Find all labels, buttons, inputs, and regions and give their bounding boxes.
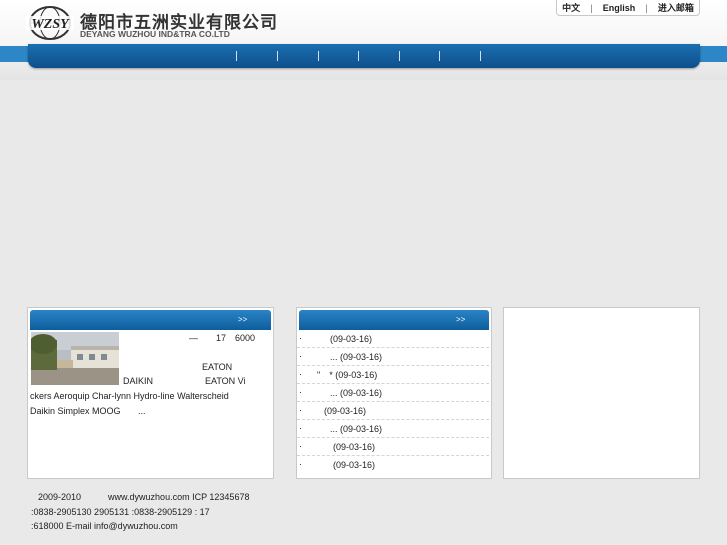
chinese-link[interactable]: 中文 (562, 1, 580, 14)
mailbox-link[interactable]: 进入邮箱 (658, 1, 694, 14)
news-item-text: " * (09-03-16) (317, 370, 378, 380)
news-item[interactable]: · ... (09-03-16) (297, 420, 489, 438)
intro-text-line: ckers Aeroquip Char-lynn Hydro-line Walt… (30, 391, 229, 401)
news-panel: >> · (09-03-16) · ... (09-03-16) · " * (… (296, 307, 492, 479)
intro-more-ellipsis[interactable]: ... (138, 405, 146, 417)
news-item-text: (09-03-16) (324, 406, 367, 416)
site-footer: 2009-2010 www.dywuzhou.com ICP 12345678 … (31, 490, 249, 534)
news-item-text: (09-03-16) (333, 460, 376, 470)
site-header: WZSY 德阳市五洲实业有限公司 DEYANG WUZHOU IND&TRA C… (0, 0, 727, 80)
english-link[interactable]: English (603, 3, 636, 13)
company-logo[interactable]: WZSY 德阳市五洲实业有限公司 DEYANG WUZHOU IND&TRA C… (26, 4, 277, 44)
news-item[interactable]: · (09-03-16) (297, 456, 489, 474)
news-item-text: (09-03-16) (330, 334, 373, 344)
main-nav[interactable] (28, 44, 700, 68)
company-photo (31, 332, 119, 385)
top-links-separator: | (645, 2, 648, 13)
right-panel (503, 307, 700, 479)
logo-mark-text: WZSY (31, 17, 70, 32)
nav-divider (318, 51, 319, 61)
intro-text-line: EATON Vi (205, 376, 246, 386)
bullet-icon: · (299, 387, 302, 397)
intro-text-line: EATON (202, 362, 233, 372)
top-links-separator: | (590, 2, 593, 13)
bullet-icon: · (299, 351, 302, 361)
footer-contact: :0838-2905130 2905131 :0838-2905129 : 17 (31, 506, 210, 517)
news-item-text: (09-03-16) (333, 442, 376, 452)
news-item[interactable]: · " * (09-03-16) (297, 366, 489, 384)
news-item-text: ... (09-03-16) (330, 424, 383, 434)
news-item[interactable]: · (09-03-16) (297, 438, 489, 456)
news-item[interactable]: · (09-03-16) (297, 402, 489, 420)
news-item-text: ... (09-03-16) (330, 352, 383, 362)
bullet-icon: · (299, 369, 302, 379)
about-panel: >> — 17 6000 EATON DAIKIN EATON Vi ckers… (27, 307, 274, 479)
news-item-text: ... (09-03-16) (330, 388, 383, 398)
bullet-icon: · (299, 423, 302, 433)
news-more-link[interactable]: >> (456, 315, 465, 324)
top-links: 中文 | English | 进入邮箱 (556, 0, 700, 16)
news-panel-header: >> (299, 310, 489, 330)
nav-divider (236, 51, 237, 61)
intro-text-line: — 17 6000 (189, 333, 256, 343)
news-item[interactable]: · ... (09-03-16) (297, 348, 489, 366)
bullet-icon: · (299, 333, 302, 343)
about-panel-header: >> (30, 310, 271, 330)
nav-divider (358, 51, 359, 61)
company-name-en: DEYANG WUZHOU IND&TRA CO.LTD (80, 29, 230, 39)
nav-divider (439, 51, 440, 61)
intro-text-line: Daikin Simplex MOOG (30, 406, 121, 416)
footer-copyright: 2009-2010 www.dywuzhou.com ICP 12345678 (38, 492, 250, 502)
intro-text-line: DAIKIN (123, 376, 154, 386)
bullet-icon: · (299, 459, 302, 469)
footer-email: :618000 E-mail info@dywuzhou.com (31, 521, 178, 531)
bullet-icon: · (299, 405, 302, 415)
nav-divider (480, 51, 481, 61)
news-item[interactable]: · (09-03-16) (297, 330, 489, 348)
nav-divider (277, 51, 278, 61)
about-more-link[interactable]: >> (238, 315, 247, 324)
news-item[interactable]: · ... (09-03-16) (297, 384, 489, 402)
wzsy-logo-icon: WZSY (26, 6, 74, 40)
nav-divider (399, 51, 400, 61)
bullet-icon: · (299, 441, 302, 451)
